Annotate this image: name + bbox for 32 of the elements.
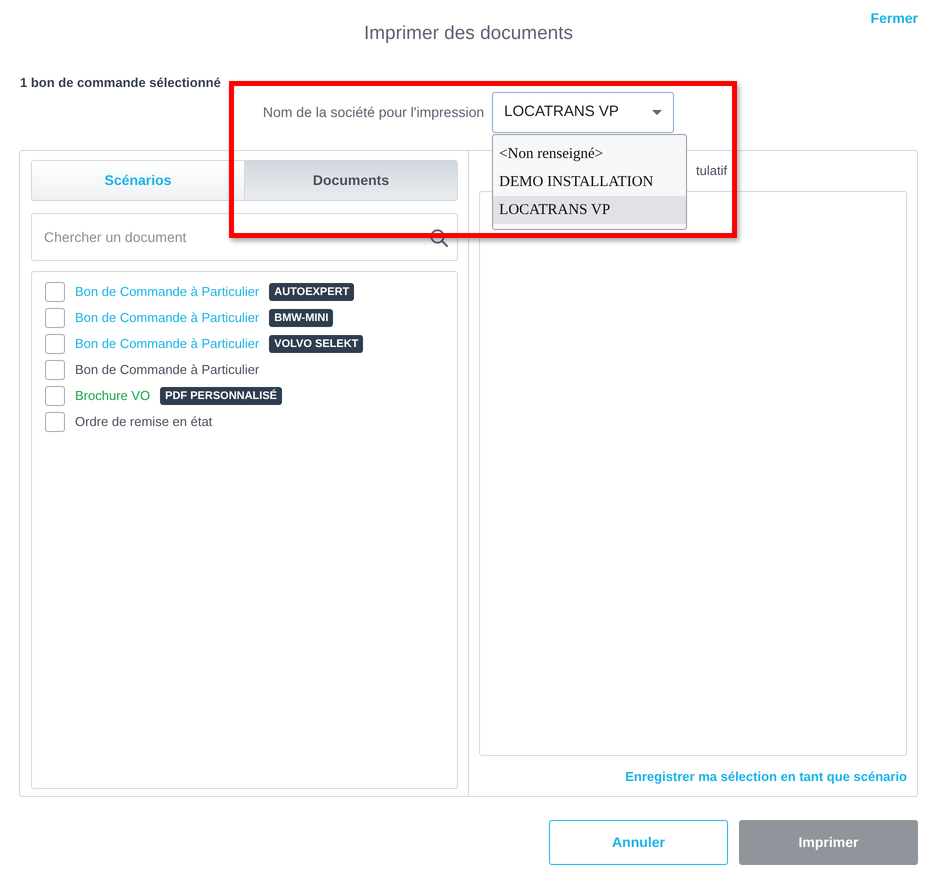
document-tag: PDF PERSONNALISÉ bbox=[160, 387, 282, 405]
search-field[interactable]: Chercher un document bbox=[31, 213, 458, 261]
cancel-button[interactable]: Annuler bbox=[549, 820, 728, 865]
document-name[interactable]: Bon de Commande à Particulier bbox=[75, 308, 260, 328]
dropdown-option[interactable]: <Non renseigné> bbox=[493, 140, 686, 168]
checkbox[interactable] bbox=[45, 334, 65, 354]
checkbox[interactable] bbox=[45, 412, 65, 432]
tab[interactable]: Documents bbox=[244, 161, 457, 200]
selection-count-text: 1 bon de commande sélectionné bbox=[20, 74, 221, 91]
dropdown-option[interactable]: LOCATRANS VP bbox=[493, 196, 686, 224]
checkbox[interactable] bbox=[45, 308, 65, 328]
company-label: Nom de la société pour l'impression bbox=[262, 103, 484, 122]
document-name[interactable]: Bon de Commande à Particulier bbox=[75, 360, 260, 380]
tab[interactable]: Scénarios bbox=[32, 161, 244, 200]
caret-icon bbox=[652, 110, 662, 115]
close-link[interactable]: Fermer bbox=[870, 8, 918, 28]
document-tag: BMW-MINI bbox=[269, 309, 334, 327]
dialog-title: Imprimer des documents bbox=[364, 22, 574, 46]
document-name[interactable]: Ordre de remise en état bbox=[75, 412, 212, 432]
document-name[interactable]: Bon de Commande à Particulier bbox=[75, 334, 260, 354]
document-tag: AUTOEXPERT bbox=[269, 283, 354, 301]
document-name[interactable]: Bon de Commande à Particulier bbox=[75, 282, 260, 302]
document-tag: VOLVO SELEKT bbox=[269, 335, 364, 353]
search-icon bbox=[430, 229, 448, 247]
company-select[interactable]: LOCATRANS VP bbox=[492, 92, 674, 133]
panel-heading: tulatif bbox=[696, 162, 728, 180]
document-name[interactable]: Brochure VO bbox=[75, 386, 150, 406]
checkbox[interactable] bbox=[45, 282, 65, 302]
checkbox[interactable] bbox=[45, 386, 65, 406]
checkbox[interactable] bbox=[45, 360, 65, 380]
save-scenario-link[interactable]: Enregistrer ma sélection en tant que scénario bbox=[625, 766, 907, 788]
dropdown-option[interactable]: DEMO INSTALLATION bbox=[493, 168, 686, 196]
